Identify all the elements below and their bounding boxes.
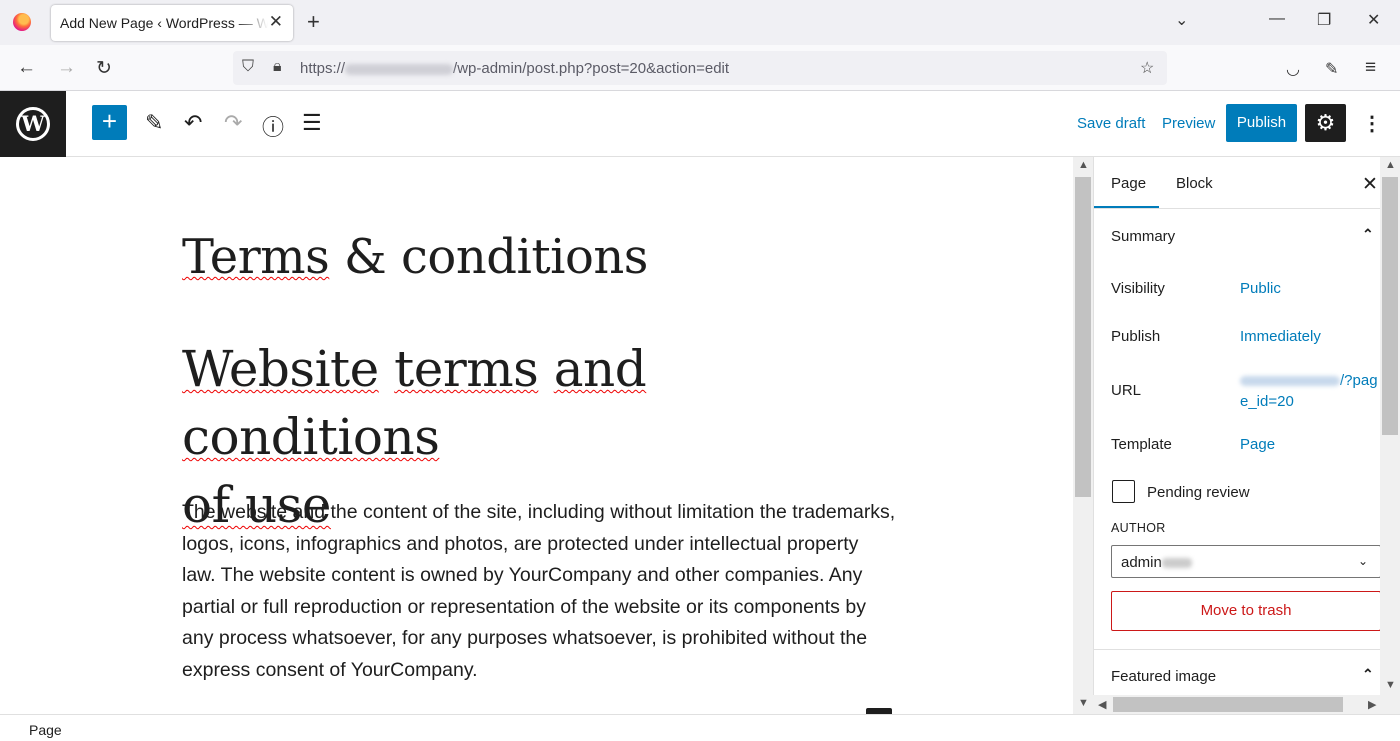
template-value[interactable]: Page	[1240, 436, 1275, 453]
back-icon[interactable]: ←	[17, 57, 36, 79]
save-draft-button[interactable]: Save draft	[1077, 115, 1145, 132]
redo-icon[interactable]: ↷	[224, 110, 242, 136]
editor-canvas: Terms & conditions Website terms and con…	[0, 157, 1073, 714]
firefox-logo-icon	[13, 13, 31, 31]
preview-button[interactable]: Preview	[1162, 115, 1215, 132]
address-bar[interactable]: ⛉ 🔒︎ https:///wp-admin/post.php?post=20&…	[233, 51, 1167, 85]
menu-icon[interactable]: ≡	[1365, 57, 1376, 79]
window-close-icon[interactable]: ✕	[1367, 10, 1380, 30]
scroll-right-icon[interactable]: ▶	[1368, 698, 1376, 711]
browser-tab[interactable]: Add New Page ‹ WordPress — WordPress ✕	[51, 5, 293, 41]
new-tab-icon[interactable]: +	[307, 9, 320, 35]
bookmark-star-icon[interactable]: ☆	[1140, 58, 1154, 78]
sidebar-scroll-thumb[interactable]	[1382, 177, 1398, 435]
scroll-up-icon[interactable]: ▲	[1078, 159, 1089, 171]
list-view-icon[interactable]: ☰	[302, 110, 322, 136]
browser-nav-bar: ← → ↻ ⛉ 🔒︎ https:///wp-admin/post.php?po…	[0, 45, 1400, 91]
pending-review-label[interactable]: Pending review	[1147, 484, 1250, 501]
url-host-redacted	[1240, 376, 1340, 387]
author-redacted	[1161, 558, 1192, 569]
url-label: URL	[1111, 382, 1142, 399]
paragraph-block[interactable]: The website and the content of the site,…	[182, 497, 897, 687]
tab-close-icon[interactable]: ✕	[269, 12, 283, 32]
scroll-left-icon[interactable]: ◀	[1098, 698, 1106, 711]
minimize-icon[interactable]: —	[1269, 10, 1285, 28]
chevron-down-icon: ⌄	[1357, 554, 1368, 568]
add-block-button[interactable]: +	[92, 105, 127, 140]
publish-label: Publish	[1111, 328, 1161, 345]
list-tabs-icon[interactable]: ⌄	[1175, 10, 1188, 30]
featured-image-panel-title[interactable]: Featured image	[1111, 668, 1216, 685]
author-label: AUTHOR	[1111, 521, 1166, 535]
author-value: admin	[1121, 554, 1192, 571]
sidebar-horizontal-scrollbar[interactable]: ◀ ▶	[1093, 695, 1400, 714]
scroll-down-icon[interactable]: ▼	[1078, 697, 1089, 709]
tab-title: Add New Page ‹ WordPress — WordPress	[60, 15, 268, 31]
pending-review-checkbox[interactable]	[1112, 480, 1135, 503]
sidebar-hscroll-thumb[interactable]	[1113, 697, 1343, 712]
edit-tools-icon[interactable]: ✎	[145, 110, 163, 136]
lock-icon[interactable]: 🔒︎	[273, 58, 282, 76]
move-to-trash-button[interactable]: Move to trash	[1111, 591, 1380, 631]
editor-scroll-thumb[interactable]	[1075, 177, 1091, 497]
template-label: Template	[1111, 436, 1172, 453]
visibility-label: Visibility	[1111, 280, 1165, 297]
tab-block[interactable]: Block	[1176, 175, 1213, 192]
chevron-up-icon[interactable]: ⌃	[1362, 666, 1374, 683]
url-host-redacted	[345, 63, 454, 75]
publish-value[interactable]: Immediately	[1240, 328, 1321, 345]
settings-sidebar: Page Block ✕ Summary ⌃ Visibility Public…	[1093, 157, 1380, 714]
editor-header: W + ✎ ↶ ↷ ⓘ ☰ Save draft Preview Publish…	[0, 91, 1400, 157]
info-icon[interactable]: ⓘ	[262, 110, 284, 142]
editor-scrollbar[interactable]: ▲ ▼	[1073, 157, 1093, 714]
undo-icon[interactable]: ↶	[184, 110, 202, 136]
sidebar-scrollbar[interactable]: ▲ ▼	[1380, 157, 1400, 695]
pocket-icon[interactable]: ◡	[1286, 59, 1300, 79]
chevron-up-icon[interactable]: ⌃	[1362, 226, 1374, 243]
shield-icon[interactable]: ⛉	[242, 58, 254, 76]
page-title[interactable]: Terms & conditions	[182, 229, 648, 285]
url-text: https:///wp-admin/post.php?post=20&actio…	[300, 60, 730, 77]
summary-panel-title[interactable]: Summary	[1111, 228, 1175, 245]
scroll-down-icon[interactable]: ▼	[1385, 679, 1396, 691]
extension-icon[interactable]: ✎	[1325, 59, 1338, 79]
url-value[interactable]: /?page_id=20	[1240, 370, 1380, 412]
publish-button[interactable]: Publish	[1226, 104, 1297, 142]
author-select[interactable]: admin ⌄	[1111, 545, 1380, 578]
reload-icon[interactable]: ↻	[96, 57, 112, 80]
more-options-icon[interactable]: ⋮	[1362, 111, 1382, 136]
editor-footer: Page	[0, 714, 1400, 741]
visibility-value[interactable]: Public	[1240, 280, 1281, 297]
forward-icon[interactable]: →	[57, 57, 76, 79]
close-sidebar-icon[interactable]: ✕	[1362, 173, 1378, 196]
breadcrumb[interactable]: Page	[29, 722, 62, 738]
restore-icon[interactable]: ❐	[1317, 10, 1331, 30]
divider	[1094, 649, 1380, 650]
browser-tab-bar: Add New Page ‹ WordPress — WordPress ✕ +…	[0, 0, 1400, 45]
settings-gear-icon[interactable]: ⚙	[1305, 104, 1346, 142]
tab-page[interactable]: Page	[1111, 175, 1146, 192]
wordpress-logo-icon[interactable]: W	[0, 91, 66, 157]
divider	[1094, 208, 1380, 209]
scroll-up-icon[interactable]: ▲	[1385, 159, 1396, 171]
